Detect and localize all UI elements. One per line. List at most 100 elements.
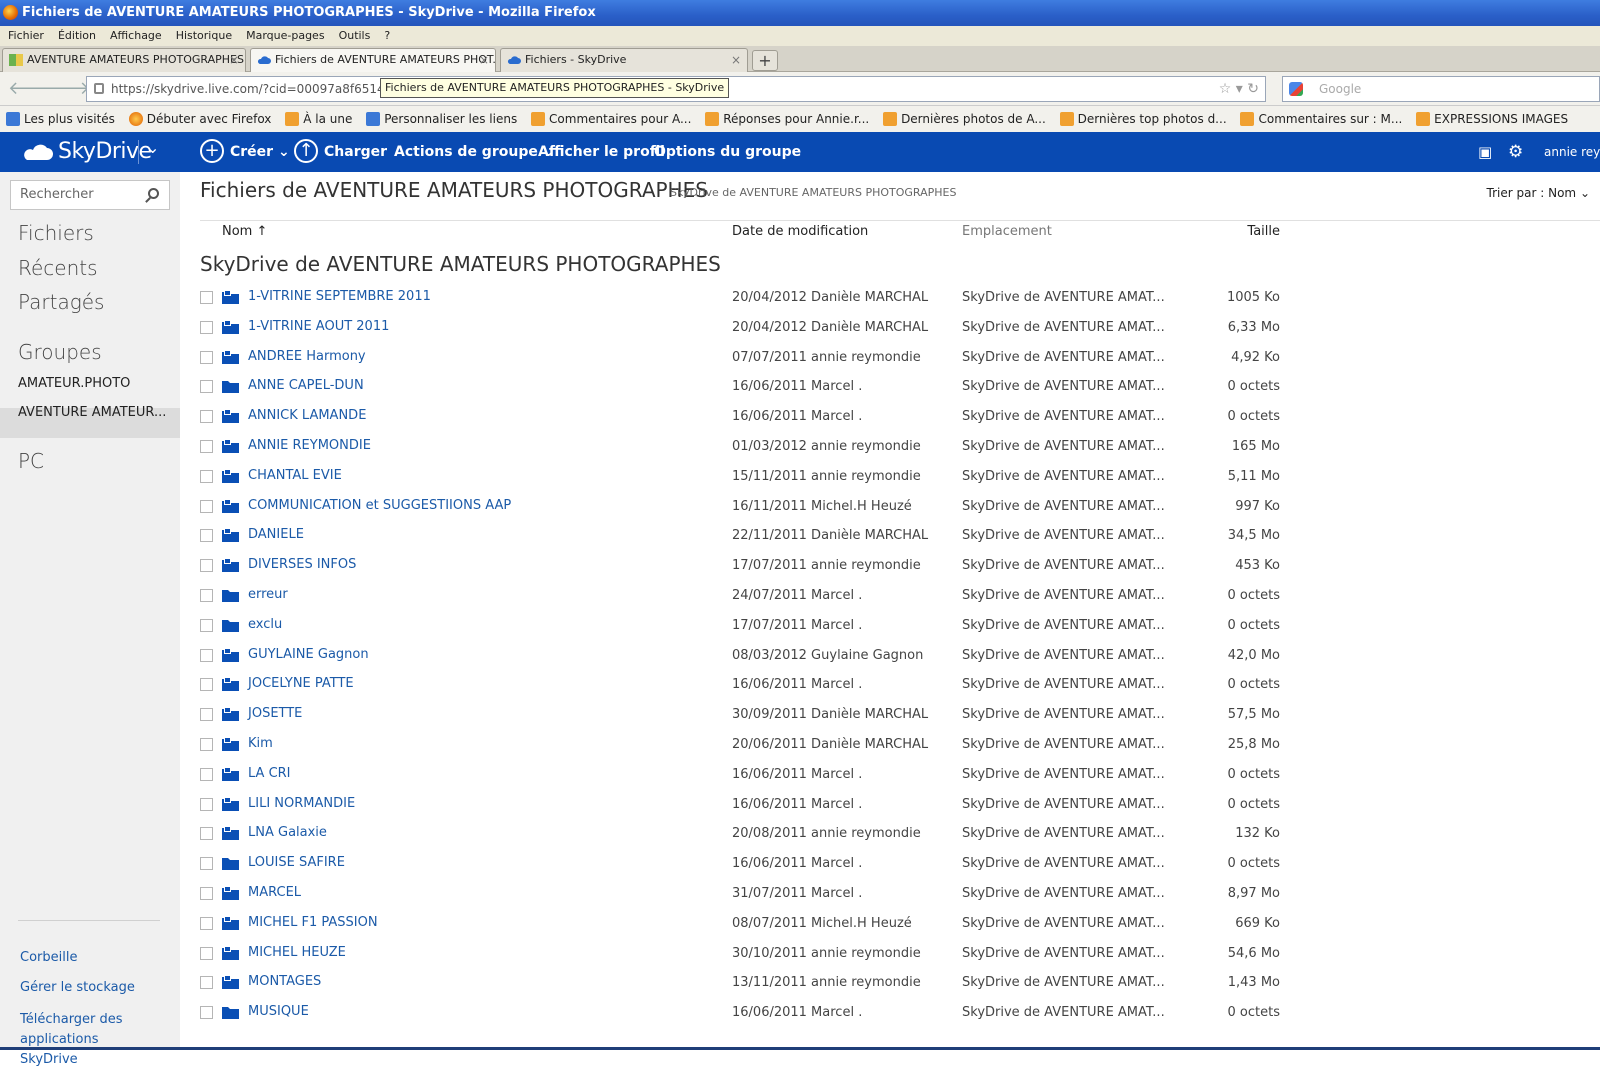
search-input[interactable]: Rechercher [10, 180, 170, 210]
table-row[interactable]: ANDREE Harmony 07/07/2011 annie reymondie… [180, 343, 1600, 373]
sidebar-item-pc[interactable]: PC [18, 449, 44, 473]
file-name-link[interactable]: DANIELE [248, 527, 304, 542]
row-checkbox[interactable] [200, 1006, 213, 1020]
menu-fichier[interactable]: Fichier [8, 26, 44, 46]
file-name-link[interactable]: JOSETTE [248, 706, 302, 721]
bookmark-item[interactable]: Débuter avec Firefox [128, 106, 271, 132]
row-checkbox[interactable] [200, 499, 213, 513]
file-name-link[interactable]: ANNIE REYMONDIE [248, 438, 371, 453]
file-name-link[interactable]: erreur [248, 587, 288, 602]
file-name-link[interactable]: DIVERSES INFOS [248, 557, 356, 572]
close-tab-icon[interactable]: × [229, 49, 239, 71]
recycle-bin-link[interactable]: Corbeille [20, 950, 77, 965]
table-row[interactable]: LA CRI 16/06/2011 Marcel . SkyDrive de AVE… [180, 760, 1600, 790]
row-checkbox[interactable] [200, 618, 213, 632]
table-row[interactable]: MICHEL F1 PASSION 08/07/2011 Michel.H Heu… [180, 909, 1600, 939]
row-checkbox[interactable] [200, 708, 213, 722]
file-name-link[interactable]: LILI NORMANDIE [248, 796, 355, 811]
row-checkbox[interactable] [200, 559, 213, 573]
sidebar-item-recent[interactable]: Récents [18, 256, 98, 280]
row-checkbox[interactable] [200, 827, 213, 841]
row-checkbox[interactable] [200, 320, 213, 334]
tab-fichiers-aventure[interactable]: Fichiers de AVENTURE AMATEURS PHOT... × [250, 48, 496, 73]
menu-outils[interactable]: Outils [339, 26, 371, 46]
file-name-link[interactable]: GUYLAINE Gagnon [248, 647, 369, 662]
row-checkbox[interactable] [200, 410, 213, 424]
row-checkbox[interactable] [200, 678, 213, 692]
table-row[interactable]: Kim 20/06/2011 Danièle MARCHAL SkyDrive de… [180, 730, 1600, 760]
file-name-link[interactable]: LNA Galaxie [248, 825, 327, 840]
file-name-link[interactable]: MONTAGES [248, 974, 321, 989]
column-header-size[interactable]: Taille [1180, 224, 1280, 239]
create-button[interactable]: + Créer ⌄ [200, 132, 290, 172]
file-name-link[interactable]: ANNICK LAMANDE [248, 408, 366, 423]
table-row[interactable]: COMMUNICATION et SUGGESTIIONS AAP 16/11/2… [180, 492, 1600, 522]
back-arrow-icon[interactable]: 🡐 [8, 78, 56, 100]
table-row[interactable]: exclu 17/07/2011 Marcel . SkyDrive de AVEN… [180, 611, 1600, 641]
file-name-link[interactable]: 1-VITRINE SEPTEMBRE 2011 [248, 289, 431, 304]
tab-aventure-home[interactable]: AVENTURE AMATEURS PHOTOGRAPHES ... × [2, 48, 246, 72]
sidebar-item-group-aventure[interactable]: AVENTURE AMATEUR... [18, 405, 166, 420]
bookmark-star-icon[interactable]: ☆ ▾ ↻ [1219, 77, 1259, 101]
table-row[interactable]: GUYLAINE Gagnon 08/03/2012 Guylaine Gagno… [180, 641, 1600, 671]
group-actions-button[interactable]: Actions de groupe ⌄ [394, 132, 554, 172]
row-checkbox[interactable] [200, 916, 213, 930]
table-row[interactable]: LNA Galaxie 20/08/2011 annie reymondie Sky… [180, 819, 1600, 849]
download-apps-link[interactable]: Télécharger des applications SkyDrive [20, 1010, 160, 1070]
file-name-link[interactable]: exclu [248, 617, 282, 632]
bookmark-item[interactable]: EXPRESSIONS IMAGES [1416, 106, 1568, 132]
web-search-input[interactable]: Google [1282, 76, 1600, 102]
file-name-link[interactable]: CHANTAL EVIE [248, 468, 342, 483]
column-header-date[interactable]: Date de modification [732, 224, 868, 239]
table-row[interactable]: JOCELYNE PATTE 16/06/2011 Marcel . SkyDriv… [180, 670, 1600, 700]
user-name[interactable]: annie reym [1544, 132, 1600, 172]
close-tab-icon[interactable]: × [479, 49, 489, 71]
skydrive-logo[interactable]: SkyDrive [20, 137, 152, 167]
file-name-link[interactable]: 1-VITRINE AOUT 2011 [248, 319, 389, 334]
view-profile-button[interactable]: Afficher le profil [538, 132, 665, 172]
row-checkbox[interactable] [200, 291, 213, 304]
menu-help[interactable]: ? [384, 26, 390, 46]
table-row[interactable]: JOSETTE 30/09/2011 Danièle MARCHAL SkyDriv… [180, 700, 1600, 730]
file-name-link[interactable]: COMMUNICATION et SUGGESTIIONS AAP [248, 498, 511, 513]
table-row[interactable]: MONTAGES 13/11/2011 annie reymondie SkyDri… [180, 968, 1600, 998]
table-row[interactable]: CHANTAL EVIE 15/11/2011 annie reymondie Sk… [180, 462, 1600, 492]
upload-button[interactable]: ↑ Charger [294, 132, 387, 172]
table-row[interactable]: MUSIQUE 16/06/2011 Marcel . SkyDrive de AV… [180, 998, 1600, 1028]
sidebar-item-files[interactable]: Fichiers [18, 221, 94, 245]
manage-storage-link[interactable]: Gérer le stockage [20, 980, 135, 995]
row-checkbox[interactable] [200, 529, 213, 543]
bookmark-item[interactable]: À la une [285, 106, 352, 132]
table-row[interactable]: ANNICK LAMANDE 16/06/2011 Marcel . SkyDriv… [180, 402, 1600, 432]
row-checkbox[interactable] [200, 350, 213, 364]
group-options-button[interactable]: Options du groupe [654, 132, 801, 172]
file-name-link[interactable]: JOCELYNE PATTE [248, 676, 354, 691]
table-row[interactable]: DANIELE 22/11/2011 Danièle MARCHAL SkyDriv… [180, 521, 1600, 551]
table-row[interactable]: MICHEL HEUZE 30/10/2011 annie reymondie Sk… [180, 939, 1600, 969]
forward-arrow-icon[interactable]: 🡒 [42, 78, 90, 100]
row-checkbox[interactable] [200, 439, 213, 453]
breadcrumb[interactable]: SkyDrive de AVENTURE AMATEURS PHOTOGRAPH… [670, 186, 956, 199]
bookmark-item[interactable]: Commentaires pour A... [531, 106, 691, 132]
chat-icon[interactable]: ▣ [1478, 132, 1492, 172]
bookmark-item[interactable]: Personnaliser les liens [366, 106, 517, 132]
sidebar-item-group-amateur-photo[interactable]: AMATEUR.PHOTO [18, 376, 130, 391]
row-checkbox[interactable] [200, 737, 213, 751]
new-tab-button[interactable]: + [752, 50, 778, 71]
row-checkbox[interactable] [200, 380, 213, 394]
row-checkbox[interactable] [200, 648, 213, 662]
close-tab-icon[interactable]: × [731, 49, 741, 71]
row-checkbox[interactable] [200, 767, 213, 781]
row-checkbox[interactable] [200, 857, 213, 871]
file-name-link[interactable]: LOUISE SAFIRE [248, 855, 345, 870]
gear-icon[interactable]: ⚙ [1508, 132, 1523, 172]
row-checkbox[interactable] [200, 469, 213, 483]
file-name-link[interactable]: Kim [248, 736, 273, 751]
table-row[interactable]: LILI NORMANDIE 16/06/2011 Marcel . SkyDriv… [180, 790, 1600, 820]
table-row[interactable]: 1-VITRINE SEPTEMBRE 2011 20/04/2012 Daniè… [180, 283, 1600, 313]
file-name-link[interactable]: MUSIQUE [248, 1004, 309, 1019]
menu-affichage[interactable]: Affichage [110, 26, 162, 46]
menu-historique[interactable]: Historique [176, 26, 232, 46]
table-row[interactable]: erreur 24/07/2011 Marcel . SkyDrive de AVE… [180, 581, 1600, 611]
menu-edition[interactable]: Édition [58, 26, 96, 46]
